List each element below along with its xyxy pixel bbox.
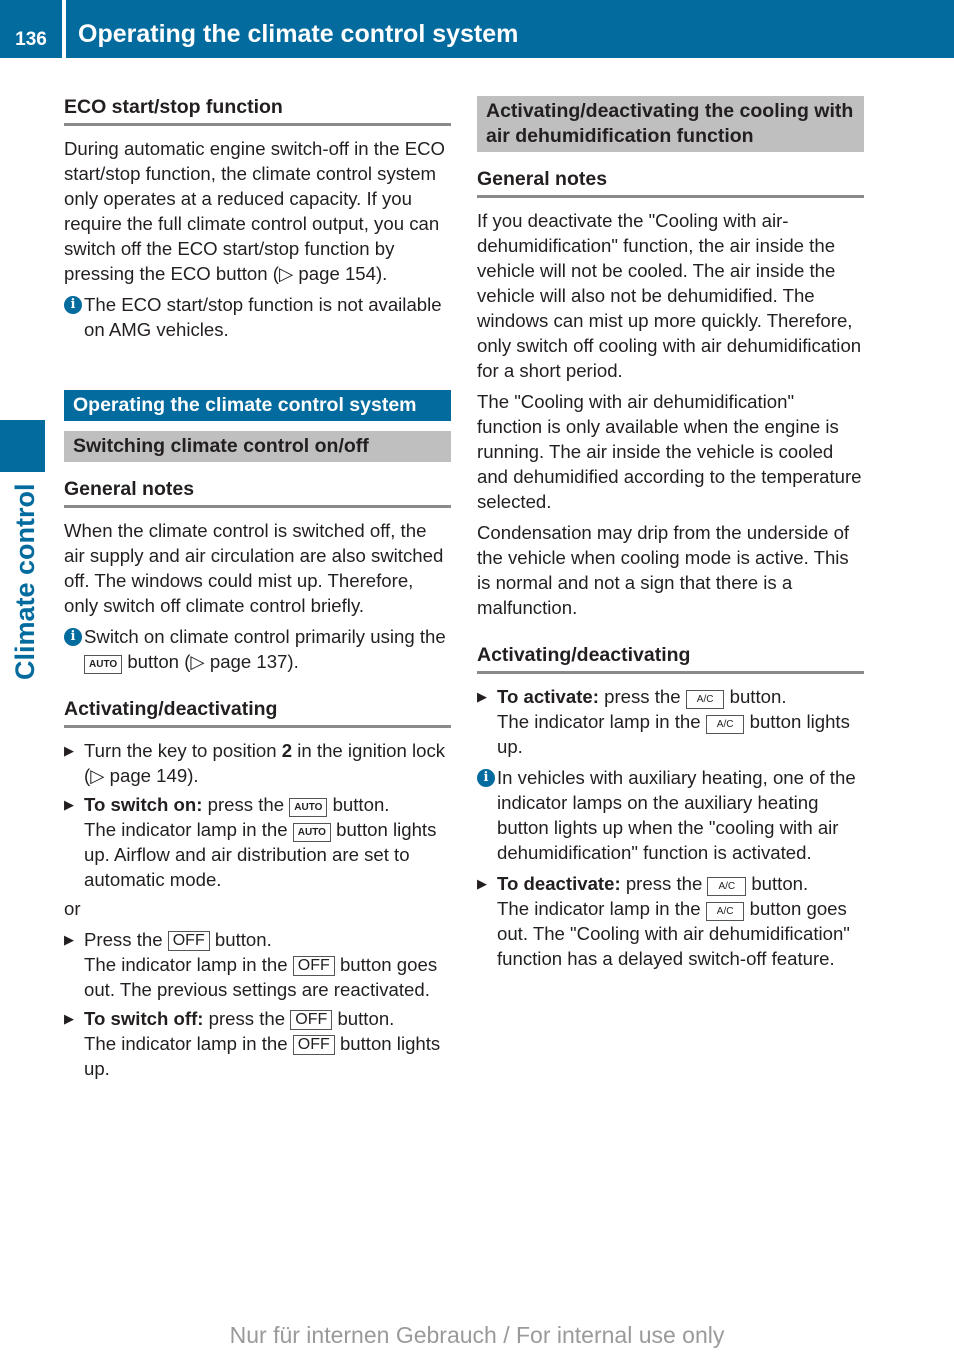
side-tab-marker (0, 420, 45, 472)
subsection-banner: Switching climate control on/off (64, 431, 451, 462)
activating-heading: Activating/deactivating (477, 642, 864, 674)
header-bar: 136 Operating the climate control system (0, 0, 954, 58)
general-notes-text: When the climate control is switched off… (64, 520, 444, 616)
step-text: Turn the key to position (84, 740, 282, 761)
ac-button-glyph: A/C (685, 690, 725, 709)
left-column: ECO start/stop function During automatic… (64, 94, 451, 1085)
aux-heating-info-note: i In vehicles with auxiliary heating, on… (477, 765, 864, 865)
step-item: ▶ To switch off: press the OFF button. T… (64, 1006, 451, 1081)
step-text: button. (332, 1008, 395, 1029)
step-text: button. (724, 686, 787, 707)
auto-info-text: Switch on climate control primarily usin… (84, 626, 446, 647)
step-item: ▶ Press the OFF button. The indicator la… (64, 927, 451, 1002)
step-text: The indicator lamp in the (84, 1033, 293, 1054)
step-text: button. (327, 794, 390, 815)
general-notes-heading: General notes (477, 166, 864, 198)
step-item: ▶ To activate: press the A/C button. The… (477, 684, 864, 759)
auto-info-text-end: button (▷ page 137). (127, 651, 299, 672)
cooling-text-3: Condensation may drip from the underside… (477, 522, 850, 618)
cooling-banner: Activating/deactivating the cooling with… (477, 96, 864, 152)
aux-heating-info-text: In vehicles with auxiliary heating, one … (497, 767, 856, 863)
step-text: press the (202, 794, 290, 815)
header-separator (62, 0, 66, 58)
off-button-glyph: OFF (292, 956, 335, 976)
right-column: Activating/deactivating the cooling with… (477, 96, 864, 975)
step-text: Press the (84, 929, 168, 950)
step-text: press the (203, 1008, 291, 1029)
eco-info-note: i The ECO start/stop function is not ava… (64, 292, 451, 342)
ac-button-glyph: A/C (705, 715, 745, 734)
or-text: or (64, 898, 81, 919)
step-item: ▶ To switch on: press the AUTO button. T… (64, 792, 451, 892)
auto-button-glyph: AUTO (292, 823, 331, 842)
step-text: button. (209, 929, 272, 950)
step-bold: To switch off: (84, 1008, 204, 1029)
arrow-icon: ▶ (64, 932, 74, 947)
step-text: The indicator lamp in the (84, 954, 293, 975)
step-bold: To activate: (497, 686, 599, 707)
cooling-text-2: The "Cooling with air dehumidification" … (477, 391, 862, 512)
info-icon: i (64, 628, 82, 646)
eco-info-text: The ECO start/stop function is not avail… (84, 294, 442, 340)
arrow-icon: ▶ (64, 743, 74, 758)
arrow-icon: ▶ (64, 1011, 74, 1026)
step-text: The indicator lamp in the (84, 819, 293, 840)
step-text: button. (746, 873, 809, 894)
auto-button-glyph: AUTO (289, 798, 328, 817)
arrow-icon: ▶ (477, 689, 487, 704)
arrow-icon: ▶ (64, 797, 74, 812)
info-icon: i (64, 296, 82, 314)
off-button-glyph: OFF (167, 931, 210, 951)
page-number: 136 (15, 29, 47, 50)
step-text: press the (598, 686, 686, 707)
step-bold: To switch on: (84, 794, 203, 815)
info-icon: i (477, 769, 495, 787)
general-notes-heading: General notes (64, 476, 451, 508)
off-button-glyph: OFF (290, 1010, 333, 1030)
step-text: The indicator lamp in the (497, 711, 706, 732)
step-bold: 2 (281, 740, 293, 761)
eco-heading: ECO start/stop function (64, 94, 451, 126)
eco-text: During automatic engine switch-off in th… (64, 138, 446, 284)
section-banner: Operating the climate control system (64, 390, 451, 421)
off-button-glyph: OFF (292, 1035, 335, 1055)
step-bold: To deactivate: (497, 873, 621, 894)
step-item: ▶ Turn the key to position 2 in the igni… (64, 738, 451, 788)
step-item: ▶ To deactivate: press the A/C button. T… (477, 871, 864, 971)
page-title: Operating the climate control system (78, 20, 519, 48)
activating-heading: Activating/deactivating (64, 696, 451, 728)
step-text: press the (620, 873, 708, 894)
side-tab-text: Climate control (10, 483, 40, 680)
arrow-icon: ▶ (477, 876, 487, 891)
ac-button-glyph: A/C (705, 902, 745, 921)
auto-info-note: i Switch on climate control primarily us… (64, 624, 451, 674)
ac-button-glyph: A/C (707, 877, 747, 896)
auto-button-glyph: AUTO (84, 655, 123, 674)
step-text: The indicator lamp in the (497, 898, 706, 919)
cooling-text-1: If you deactivate the "Cooling with air-… (477, 210, 862, 381)
footer-watermark: Nur für internen Gebrauch / For internal… (229, 1322, 725, 1348)
